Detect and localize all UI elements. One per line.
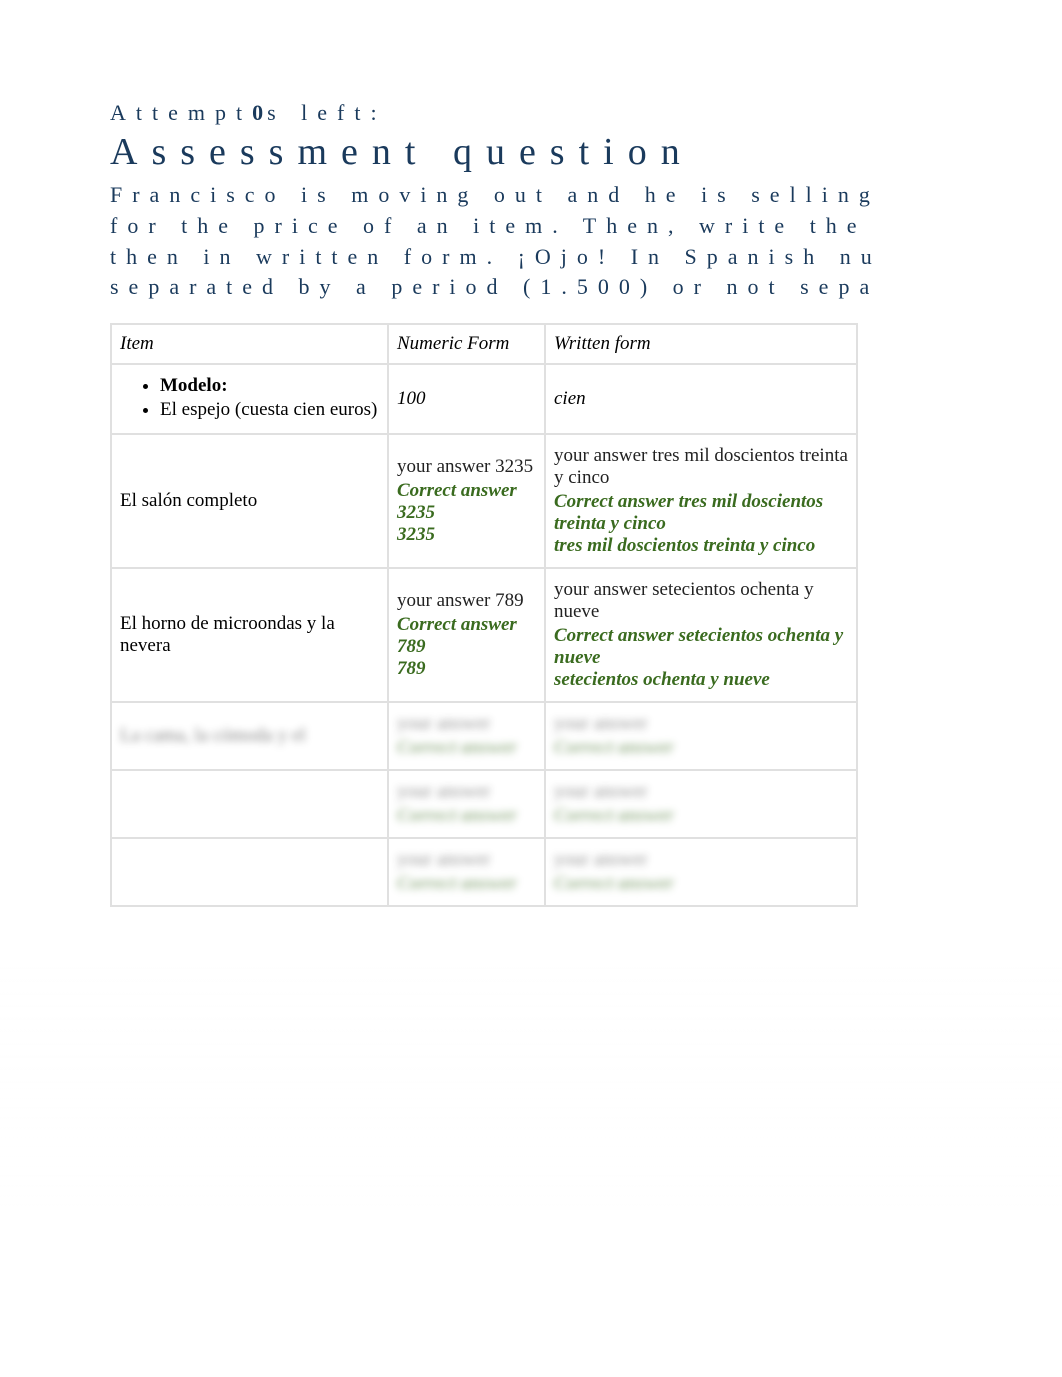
written-cell: your answer tres mil doscientos treinta … (546, 435, 856, 567)
instruction-line: then in written form. ¡Ojo! In Spanish n… (110, 242, 1002, 273)
your-answer-label: your answer (554, 781, 848, 803)
correct-answer-written: setecientos ochenta y nueve (554, 669, 848, 691)
written-cell: your answer Correct answer (546, 771, 856, 837)
model-written: cien (554, 388, 586, 409)
your-answer-label: your answer (554, 713, 848, 735)
numeric-cell: your answer 789 Correct answer 789 789 (389, 569, 544, 701)
correct-answer-label: Correct answer (397, 805, 536, 827)
item-cell (112, 839, 387, 905)
header-written: Written form (546, 325, 856, 363)
numeric-cell: your answer Correct answer (389, 771, 544, 837)
model-example: El espejo (cuesta cien euros) (160, 399, 377, 420)
correct-answer-label: Correct answer (554, 805, 848, 827)
numeric-cell: your answer 3235 Correct answer 3235 323… (389, 435, 544, 567)
table-row: your answer Correct answer your answer C… (112, 839, 856, 905)
your-answer-numeric: 3235 (495, 456, 533, 477)
written-cell: your answer Correct answer (546, 703, 856, 769)
correct-answer-label: Correct answer (554, 873, 848, 895)
header-numeric: Numeric Form (389, 325, 544, 363)
item-cell: El salón completo (112, 435, 387, 567)
item-cell: La cama, la cómoda y el (112, 703, 387, 769)
written-cell: your answer setecientos ochenta y nueve … (546, 569, 856, 701)
your-answer-label: your answer (397, 849, 536, 871)
your-answer-label: your answer (397, 456, 490, 477)
model-list: Modelo: El espejo (cuesta cien euros) (120, 375, 379, 421)
your-answer-numeric: 789 (495, 590, 524, 611)
correct-answer-written: tres mil doscientos treinta y cinco (554, 535, 848, 557)
table-row: La cama, la cómoda y el your answer Corr… (112, 703, 856, 769)
your-answer-label: your answer (397, 781, 536, 803)
attempts-suffix: s left: (267, 100, 387, 125)
correct-answer-label: Correct answer setecientos ochenta y nue… (554, 625, 848, 669)
blurred-item: La cama, la cómoda y el (120, 725, 379, 747)
item-cell (112, 771, 387, 837)
your-answer-label: your answer (554, 579, 647, 600)
correct-answer-numeric: 789 (397, 658, 536, 680)
your-answer-label: your answer (554, 849, 848, 871)
model-numeric: 100 (397, 388, 426, 409)
table-row: El salón completo your answer 3235 Corre… (112, 435, 856, 567)
written-cell: your answer Correct answer (546, 839, 856, 905)
fade-overlay (0, 957, 1062, 1377)
table-row: your answer Correct answer your answer C… (112, 771, 856, 837)
instruction-line: for the price of an item. Then, write th… (110, 211, 1002, 242)
attempts-prefix: Attempt (110, 100, 252, 125)
page-title: Assessment question (110, 130, 1002, 174)
instructions-text: Francisco is moving out and he is sellin… (110, 180, 1002, 303)
item-cell: El horno de microondas y la nevera (112, 569, 387, 701)
model-row: Modelo: El espejo (cuesta cien euros) 10… (112, 365, 856, 433)
numeric-cell: your answer Correct answer (389, 703, 544, 769)
correct-answer-label: Correct answer (397, 873, 536, 895)
your-answer-label: your answer (397, 590, 490, 611)
table-row: El horno de microondas y la nevera your … (112, 569, 856, 701)
your-answer-label: your answer (554, 445, 647, 466)
correct-answer-label: Correct answer tres mil doscientos trein… (554, 491, 848, 535)
model-label: Modelo: (160, 375, 228, 396)
numeric-cell: your answer Correct answer (389, 839, 544, 905)
correct-answer-label: Correct answer 789 (397, 614, 536, 658)
table-header-row: Item Numeric Form Written form (112, 325, 856, 363)
your-answer-label: your answer (397, 713, 536, 735)
header-item: Item (112, 325, 387, 363)
correct-answer-label: Correct answer (397, 737, 536, 759)
attempts-left-label: Attempt0s left: (110, 100, 1002, 126)
attempts-count: 0 (252, 100, 267, 125)
correct-answer-label: Correct answer (554, 737, 848, 759)
correct-answer-label: Correct answer 3235 (397, 480, 536, 524)
assessment-table: Item Numeric Form Written form Modelo: E… (110, 323, 858, 907)
correct-answer-numeric: 3235 (397, 524, 536, 546)
instruction-line: separated by a period (1.500) or not sep… (110, 272, 1002, 303)
instruction-line: Francisco is moving out and he is sellin… (110, 180, 1002, 211)
